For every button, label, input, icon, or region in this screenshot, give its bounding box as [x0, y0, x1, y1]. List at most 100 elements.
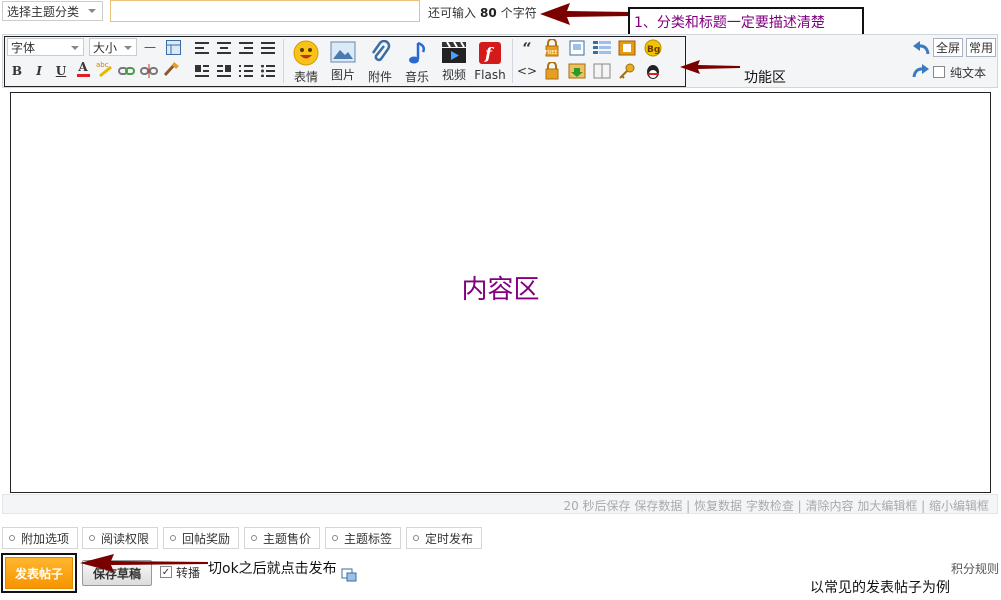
publish-label: 发表帖子: [14, 566, 63, 581]
ordered-list-button[interactable]: [237, 62, 255, 80]
index-icon: [593, 41, 611, 54]
link-button[interactable]: [118, 62, 136, 80]
radio-dot-icon: [9, 535, 15, 541]
align-center-button[interactable]: [215, 39, 233, 57]
unordered-list-button[interactable]: [259, 62, 277, 80]
clear-format-button[interactable]: [162, 60, 180, 78]
float-right-button[interactable]: [215, 62, 233, 80]
qq-button[interactable]: [644, 62, 662, 80]
arrow-left-icon: [540, 3, 630, 25]
penguin-icon: [647, 65, 659, 79]
svg-text:Bg: Bg: [647, 45, 660, 55]
option-tab-price[interactable]: 主题售价: [244, 527, 321, 549]
status-links[interactable]: 20 秒后保存 保存数据 | 恢复数据 字数检查 | 清除内容 加大编辑框 | …: [563, 497, 989, 514]
hide-content-button[interactable]: [543, 62, 561, 80]
underline-button[interactable]: U: [52, 62, 70, 80]
italic-button[interactable]: I: [30, 62, 48, 80]
flash-icon: f: [479, 42, 501, 64]
font-family-select[interactable]: 字体: [7, 38, 84, 56]
smiley-icon: [293, 40, 319, 66]
content-editor[interactable]: 内容区: [10, 92, 991, 493]
table-button[interactable]: [164, 38, 182, 56]
plaintext-checkbox[interactable]: [933, 66, 945, 78]
music-button[interactable]: 音乐: [399, 37, 435, 84]
footer-annotation: 以常见的发表帖子为例: [810, 580, 950, 596]
font-color-button[interactable]: A: [74, 60, 92, 78]
float-left-icon: [195, 65, 209, 77]
unlink-button[interactable]: [140, 62, 158, 80]
option-tab-schedule[interactable]: 定时发布: [406, 527, 483, 549]
quote-button[interactable]: “: [518, 39, 536, 58]
unlink-icon: [140, 64, 158, 78]
option-tab-label: 主题售价: [263, 531, 312, 546]
align-left-button[interactable]: [193, 39, 211, 57]
share-icon: [340, 566, 358, 584]
title-callout-text: 1、分类和标题一定要描述清楚: [634, 14, 825, 31]
video-label: 视频: [441, 68, 466, 82]
align-right-icon: [239, 42, 253, 54]
points-rules-link[interactable]: 积分规则: [951, 560, 999, 577]
float-left-button[interactable]: [193, 62, 211, 80]
index-button[interactable]: [593, 39, 611, 57]
bg-icon: Bg: [644, 39, 662, 57]
page-icon: [569, 40, 585, 56]
redo-button[interactable]: [912, 62, 930, 80]
option-tab-label: 主题标签: [344, 531, 393, 546]
radio-dot-icon: [89, 535, 95, 541]
music-label: 音乐: [404, 70, 429, 84]
highlight-button[interactable]: abc: [96, 60, 114, 78]
toolbar-separator: [283, 39, 284, 83]
background-button[interactable]: Bg: [644, 39, 662, 57]
image-button[interactable]: 图片: [325, 37, 361, 83]
attachment-button[interactable]: 附件: [362, 37, 398, 84]
link-icon: [118, 67, 135, 75]
attachment-label: 附件: [367, 70, 392, 84]
option-tab-extra[interactable]: 附加选项: [2, 527, 79, 549]
svg-text:FREE: FREE: [545, 50, 558, 56]
horizontal-rule-button[interactable]: —: [141, 38, 159, 56]
bold-icon: B: [11, 64, 23, 78]
align-center-icon: [217, 42, 231, 54]
publish-button[interactable]: 发表帖子: [5, 557, 73, 589]
image-icon: [330, 41, 356, 63]
emoji-button[interactable]: 表情: [288, 37, 324, 84]
columns-icon: [593, 63, 611, 79]
undo-icon: [913, 41, 930, 55]
password-button[interactable]: [618, 62, 636, 80]
common-mode-button[interactable]: 常用: [966, 38, 996, 57]
radio-dot-icon: [170, 535, 176, 541]
align-right-button[interactable]: [237, 39, 255, 57]
common-mode-label: 常用: [968, 41, 993, 55]
font-color-swatch: [76, 74, 90, 77]
fullscreen-button[interactable]: 全屏: [933, 38, 963, 57]
slide-button[interactable]: [618, 39, 636, 57]
editor-status-bar: 20 秒后保存 保存数据 | 恢复数据 字数检查 | 清除内容 加大编辑框 | …: [2, 494, 998, 514]
paperclip-icon: [371, 40, 391, 62]
ordered-list-icon: [239, 65, 253, 77]
align-left-icon: [195, 42, 209, 54]
download-button[interactable]: [568, 62, 586, 80]
font-size-select[interactable]: 大小: [89, 38, 137, 56]
fullscreen-label: 全屏: [935, 41, 960, 55]
option-tab-reply-reward[interactable]: 回帖奖励: [163, 527, 240, 549]
underline-icon: U: [55, 64, 67, 78]
video-button[interactable]: 视频: [436, 37, 472, 83]
category-select[interactable]: 选择主题分类: [2, 1, 103, 21]
code-button[interactable]: <>: [517, 62, 537, 80]
svg-text:abc: abc: [96, 61, 109, 69]
flash-button[interactable]: f Flash: [472, 37, 508, 83]
radio-dot-icon: [332, 535, 338, 541]
counter-number: 80: [480, 6, 497, 20]
undo-button[interactable]: [912, 39, 930, 57]
option-tab-tags[interactable]: 主题标签: [325, 527, 402, 549]
justify-icon: [261, 42, 275, 54]
option-tab-read-permission[interactable]: 阅读权限: [82, 527, 159, 549]
free-content-button[interactable]: FREE: [543, 39, 561, 57]
justify-button[interactable]: [259, 39, 277, 57]
download-icon: [568, 63, 586, 79]
unordered-list-icon: [261, 65, 275, 77]
page-button[interactable]: [568, 39, 586, 57]
columns-button[interactable]: [593, 62, 611, 80]
bold-button[interactable]: B: [8, 62, 26, 80]
title-input[interactable]: [110, 0, 420, 22]
